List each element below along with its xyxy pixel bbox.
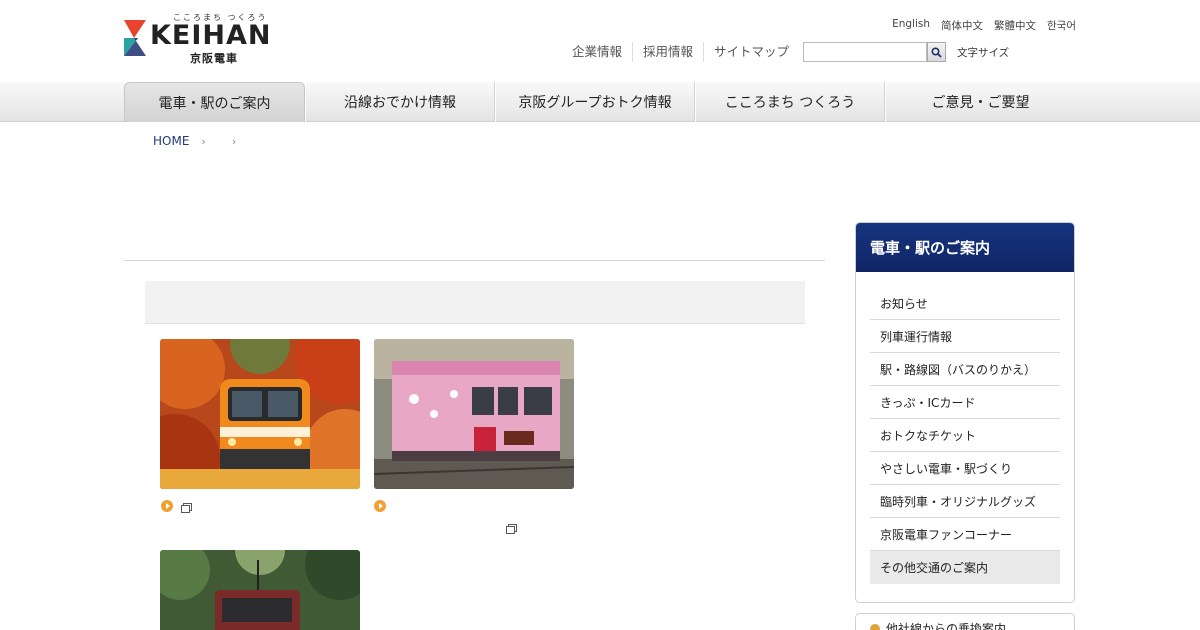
breadcrumb-home[interactable]: HOME bbox=[153, 134, 189, 148]
sidebar-heading: 電車・駅のご案内 bbox=[856, 223, 1074, 272]
nav-kokoromachi[interactable]: こころまち つくろう bbox=[695, 82, 885, 122]
sidebar-item-discount-tickets[interactable]: おトクなチケット bbox=[870, 419, 1060, 452]
sidebar-transfer-box[interactable]: 他社線からの乗換案内 bbox=[855, 613, 1075, 630]
search-form bbox=[803, 42, 946, 62]
lang-korean[interactable]: 한국어 bbox=[1047, 18, 1076, 33]
logo-subtitle: 京阪電車 bbox=[190, 52, 238, 65]
corporate-info-link[interactable]: 企業情報 bbox=[562, 42, 634, 62]
recruit-info-link[interactable]: 採用情報 bbox=[633, 42, 705, 62]
lang-traditional-chinese[interactable]: 繁體中文 bbox=[994, 18, 1036, 33]
sidebar-item-news[interactable]: お知らせ bbox=[870, 287, 1060, 320]
section-heading-band bbox=[145, 281, 805, 324]
font-size-label: 文字サイズ bbox=[957, 47, 1010, 59]
sidebar-item-operation-info[interactable]: 列車運行情報 bbox=[870, 320, 1060, 353]
language-switcher: English 简体中文 繁體中文 한국어 bbox=[892, 18, 1076, 33]
nav-trains-stations[interactable]: 電車・駅のご案内 bbox=[124, 82, 305, 122]
sidebar-item-fan-corner[interactable]: 京阪電車ファンコーナー bbox=[870, 518, 1060, 551]
photo-cable-car[interactable] bbox=[160, 550, 360, 630]
sidebar-menu: 電車・駅のご案内 お知らせ 列車運行情報 駅・路線図（バスのりかえ） きっぷ・I… bbox=[855, 222, 1075, 603]
search-input[interactable] bbox=[803, 42, 927, 62]
search-button[interactable] bbox=[927, 42, 946, 62]
nav-feedback[interactable]: ご意見・ご要望 bbox=[885, 82, 1075, 122]
photo-orange-train[interactable] bbox=[160, 339, 360, 489]
sidebar-item-tickets-ic[interactable]: きっぷ・ICカード bbox=[870, 386, 1060, 419]
breadcrumb-chevron-icon: › bbox=[231, 134, 237, 148]
search-icon bbox=[931, 46, 942, 58]
link-arrow-icon[interactable] bbox=[161, 500, 173, 512]
sidebar-list: お知らせ 列車運行情報 駅・路線図（バスのりかえ） きっぷ・ICカード おトクな… bbox=[870, 287, 1060, 584]
sitemap-link[interactable]: サイトマップ bbox=[704, 42, 799, 62]
bullet-icon bbox=[870, 623, 880, 630]
breadcrumb-chevron-icon: › bbox=[201, 134, 206, 148]
new-window-icon[interactable] bbox=[181, 503, 192, 513]
sidebar-item-route-map[interactable]: 駅・路線図（バスのりかえ） bbox=[870, 353, 1060, 386]
global-nav: 電車・駅のご案内 沿線おでかけ情報 京阪グループおトク情報 こころまち つくろう… bbox=[0, 82, 1200, 122]
nav-outings[interactable]: 沿線おでかけ情報 bbox=[305, 82, 495, 122]
lang-simplified-chinese[interactable]: 简体中文 bbox=[941, 18, 983, 33]
sidebar-item-special-trains-goods[interactable]: 臨時列車・オリジナルグッズ bbox=[870, 485, 1060, 518]
nav-group-deals[interactable]: 京阪グループおトク情報 bbox=[495, 82, 695, 122]
logo-wordmark: KEIHAN bbox=[150, 20, 272, 51]
sidebar-item-other-transport[interactable]: その他交通のご案内 bbox=[870, 551, 1060, 584]
breadcrumb: HOME › › bbox=[153, 134, 250, 148]
link-arrow-icon[interactable] bbox=[374, 500, 386, 512]
utility-links: 企業情報 採用情報 サイトマップ bbox=[562, 42, 799, 62]
photo-pink-train[interactable] bbox=[374, 339, 574, 489]
sidebar-item-accessibility[interactable]: やさしい電車・駅づくり bbox=[870, 452, 1060, 485]
logo-mark-icon bbox=[124, 20, 146, 56]
transfer-guide-label: 他社線からの乗換案内 bbox=[886, 622, 1007, 630]
site-header: こころまち つくろう KEIHAN 京阪電車 English 简体中文 繁體中文… bbox=[0, 0, 1200, 82]
new-window-icon[interactable] bbox=[506, 524, 517, 534]
page-title-divider bbox=[124, 260, 825, 261]
keihan-logo[interactable]: こころまち つくろう KEIHAN 京阪電車 bbox=[123, 12, 293, 68]
lang-english[interactable]: English bbox=[892, 18, 930, 33]
